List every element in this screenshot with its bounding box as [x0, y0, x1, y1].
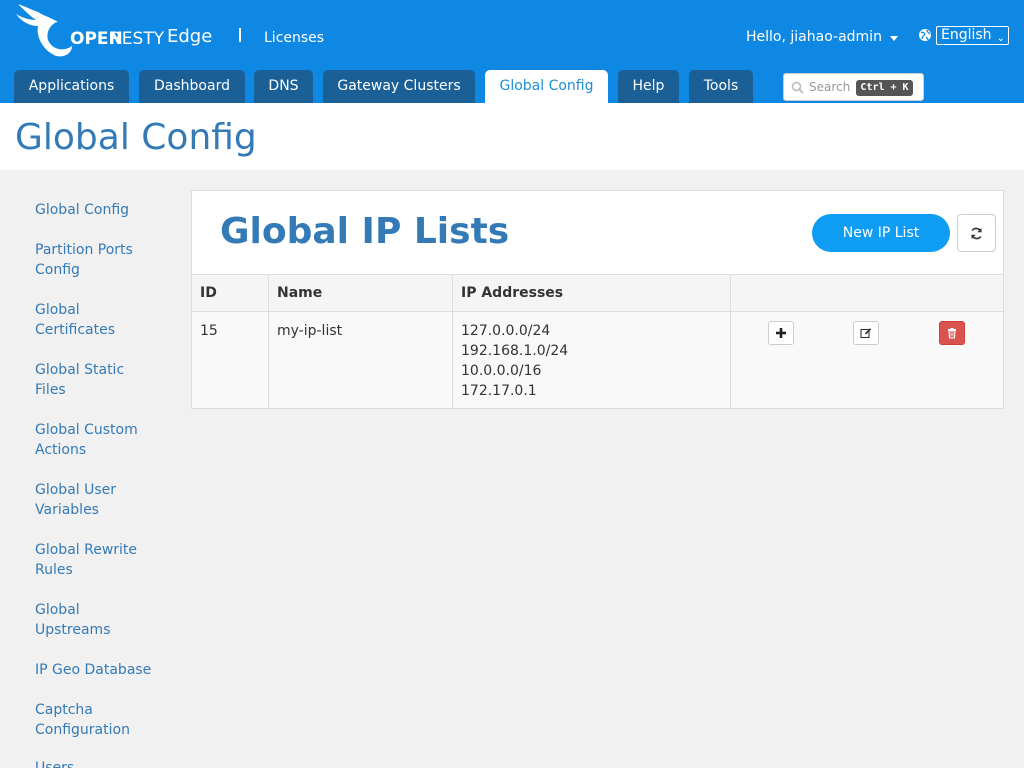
ip-address: 172.17.0.1	[461, 383, 537, 399]
refresh-button[interactable]	[957, 214, 996, 252]
page-title-bar: Global Config	[0, 103, 1024, 170]
ip-address: 192.168.1.0/24	[461, 343, 569, 359]
cell-actions	[731, 312, 1003, 408]
new-ip-list-button[interactable]: New IP List	[812, 214, 950, 252]
language-select-value: English	[941, 27, 992, 43]
table-row: 15 my-ip-list 127.0.0.0/24 192.168.1.0/2…	[192, 312, 1003, 408]
sidebar-item-global-static-files[interactable]: Global Static Files	[35, 360, 145, 400]
search-icon	[791, 81, 804, 94]
sidebar-item-global-config[interactable]: Global Config	[35, 200, 165, 220]
ip-address: 10.0.0.0/16	[461, 363, 542, 379]
sidebar-item-global-upstreams[interactable]: Global Upstreams	[35, 600, 125, 640]
plus-icon	[776, 328, 786, 338]
tab-gateway-clusters[interactable]: Gateway Clusters	[323, 70, 475, 103]
sidebar-item-global-certificates[interactable]: Global Certificates	[35, 300, 135, 340]
licenses-link[interactable]: Licenses	[264, 30, 324, 46]
tab-global-config[interactable]: Global Config	[485, 70, 608, 103]
tab-dns[interactable]: DNS	[254, 70, 313, 103]
tab-tools[interactable]: Tools	[689, 70, 753, 103]
tab-help[interactable]: Help	[618, 70, 679, 103]
sidebar-item-users[interactable]: Users	[35, 758, 165, 768]
cell-id: 15	[192, 312, 269, 408]
search-placeholder: Search	[809, 80, 851, 94]
sidebar-item-global-user-variables[interactable]: Global User Variables	[35, 480, 135, 520]
ip-lists-panel: Global IP Lists New IP List ID Name IP A…	[191, 190, 1004, 409]
sidebar-item-ip-geo-database[interactable]: IP Geo Database	[35, 660, 175, 680]
edit-icon	[860, 328, 872, 339]
column-header-actions	[731, 275, 1003, 311]
search-input[interactable]: Search Ctrl + K	[783, 73, 924, 101]
column-header-name: Name	[269, 275, 453, 311]
caret-down-icon[interactable]	[890, 36, 898, 41]
sidebar-item-global-custom-actions[interactable]: Global Custom Actions	[35, 420, 155, 460]
delete-ip-list-button[interactable]	[939, 321, 965, 345]
ip-address: 127.0.0.0/24	[461, 323, 551, 339]
tab-dashboard[interactable]: Dashboard	[139, 70, 245, 103]
hummingbird-logo-icon	[16, 4, 72, 57]
cell-ip-addresses: 127.0.0.0/24 192.168.1.0/24 10.0.0.0/16 …	[453, 312, 731, 408]
trash-icon	[948, 328, 956, 339]
panel-title: Global IP Lists	[220, 211, 510, 252]
column-header-id: ID	[192, 275, 269, 311]
openresty-logo[interactable]: OPEN RESTY	[14, 2, 164, 58]
search-shortcut-badge: Ctrl + K	[856, 80, 913, 96]
header-separator	[239, 28, 241, 42]
language-select[interactable]: English ⌄	[936, 26, 1009, 45]
page-title: Global Config	[15, 117, 257, 158]
refresh-icon	[971, 227, 982, 240]
top-navbar: OPEN RESTY Edge Licenses Hello, jiahao-a…	[0, 0, 1024, 103]
user-menu-toggle[interactable]: Hello, jiahao-admin	[746, 29, 882, 45]
tab-applications[interactable]: Applications	[14, 70, 129, 103]
add-ip-button[interactable]	[768, 321, 794, 345]
sidebar-item-captcha-configuration[interactable]: Captcha Configuration	[35, 700, 145, 740]
edit-ip-list-button[interactable]	[853, 321, 879, 345]
cell-name: my-ip-list	[269, 312, 453, 408]
sidebar-item-global-rewrite-rules[interactable]: Global Rewrite Rules	[35, 540, 155, 580]
chevron-down-icon: ⌄	[996, 33, 1005, 44]
logo-text-resty: RESTY	[110, 29, 165, 49]
globe-icon	[919, 29, 931, 41]
column-header-ip-addresses: IP Addresses	[453, 275, 731, 311]
sidebar-item-partition-ports-config[interactable]: Partition Ports Config	[35, 240, 165, 280]
product-name: Edge	[167, 26, 213, 47]
table-header: ID Name IP Addresses	[192, 274, 1003, 312]
